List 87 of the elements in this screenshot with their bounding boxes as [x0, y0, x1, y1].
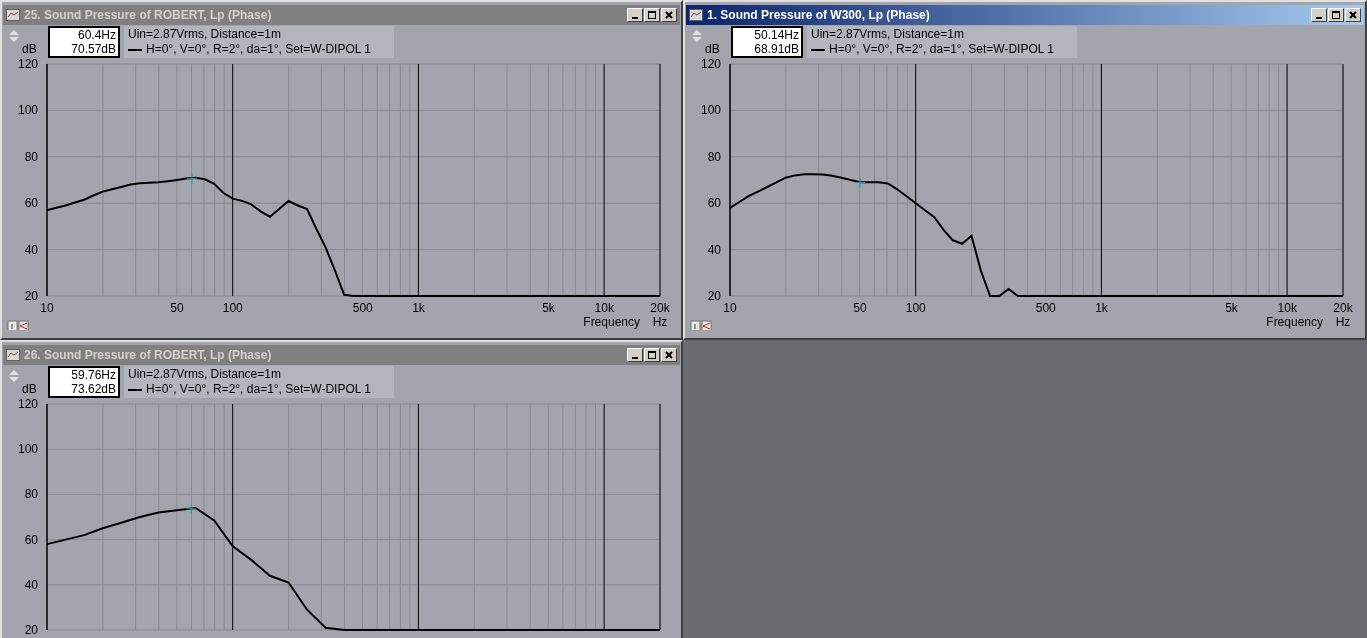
- y-unit-label: dB: [705, 43, 721, 55]
- y-tick-label: 60: [24, 532, 38, 547]
- y-tick-label: 100: [17, 103, 38, 118]
- y-tick-label: 20: [24, 289, 38, 303]
- maximize-icon: [647, 350, 657, 360]
- cursor-level: 73.62dB: [71, 382, 116, 396]
- measurement-conditions: Uin=2.87Vrms, Distance=1m: [128, 27, 282, 42]
- y-tick-label: 40: [707, 242, 721, 257]
- cursor-level: 70.57dB: [71, 42, 116, 56]
- x-tick-label: 20k: [650, 301, 670, 315]
- window-title: 1. Sound Pressure of W300, Lp (Phase): [707, 8, 931, 22]
- minimize-icon: [1316, 17, 1322, 19]
- x-tick-label: 100: [222, 301, 243, 315]
- title-bar[interactable]: 1. Sound Pressure of W300, Lp (Phase): [686, 5, 1364, 25]
- y-tick-label: 120: [17, 398, 38, 411]
- cursor-crosshair[interactable]: [185, 503, 197, 515]
- cursor-frequency: 60.4Hz: [77, 28, 116, 42]
- close-icon: [664, 10, 674, 20]
- maximize-button[interactable]: [1328, 8, 1344, 22]
- x-tick-label: 10: [40, 301, 54, 315]
- chart-icon: [689, 9, 703, 21]
- x-tick-label: 5k: [1225, 301, 1238, 315]
- y-tick-label: 40: [24, 242, 38, 257]
- x-tick-label: 100: [905, 301, 926, 315]
- close-icon: [664, 350, 674, 360]
- y-tick-label: 80: [24, 149, 38, 164]
- close-icon: [1348, 10, 1358, 20]
- y-unit-label: dB: [22, 43, 38, 55]
- y-tick-label: 80: [707, 149, 721, 164]
- maximize-button[interactable]: [644, 8, 660, 22]
- cursor-crosshair[interactable]: [854, 177, 866, 189]
- measurement-conditions: Uin=2.87Vrms, Distance=1m: [128, 367, 282, 382]
- y-tick-label: 100: [700, 103, 721, 118]
- maximize-icon: [647, 10, 657, 20]
- y-tick-label: 60: [24, 196, 38, 211]
- x-axis-label: Frequency: [583, 315, 640, 329]
- legend-series-label: H=0°, V=0°, R=2°, da=1°, Set=W-DIPOL 1: [146, 382, 371, 397]
- y-tick-label: 120: [700, 58, 721, 71]
- title-bar[interactable]: 25. Sound Pressure of ROBERT, Lp (Phase): [3, 5, 680, 25]
- cursor-frequency: 59.76Hz: [71, 368, 116, 382]
- view-mode-icon[interactable]: [7, 320, 18, 330]
- minimize-icon: [632, 357, 638, 359]
- window-title: 26. Sound Pressure of ROBERT, Lp (Phase): [24, 348, 273, 362]
- close-button[interactable]: [1345, 8, 1361, 22]
- y-unit-label: dB: [22, 383, 38, 395]
- curve-tool-icon[interactable]: [701, 320, 712, 330]
- x-tick-label: 50: [853, 301, 867, 315]
- minimize-button[interactable]: [627, 8, 643, 22]
- minimize-button[interactable]: [1311, 8, 1327, 22]
- cursor-crosshair[interactable]: [186, 173, 198, 185]
- x-tick-label: 1k: [412, 301, 425, 315]
- view-mode-icon[interactable]: [690, 320, 701, 330]
- x-tick-label: 500: [1035, 301, 1056, 315]
- x-tick-label: 20k: [1333, 301, 1353, 315]
- curve-tool-icon[interactable]: [18, 320, 29, 330]
- x-tick-label: 5k: [542, 301, 555, 315]
- window-title: 25. Sound Pressure of ROBERT, Lp (Phase): [24, 8, 273, 22]
- x-tick-label: 500: [352, 301, 373, 315]
- x-unit-label: Hz: [1335, 315, 1351, 329]
- x-unit-label: Hz: [652, 315, 668, 329]
- y-tick-label: 120: [17, 58, 38, 71]
- y-tick-label: 20: [707, 289, 721, 303]
- y-tick-label: 60: [707, 196, 721, 211]
- minimize-button[interactable]: [627, 348, 643, 362]
- maximize-icon: [1331, 10, 1341, 20]
- cursor-frequency: 50.14Hz: [754, 28, 799, 42]
- x-tick-label: 10k: [1277, 301, 1297, 315]
- cursor-level: 68.91dB: [754, 42, 799, 56]
- x-tick-label: 10k: [594, 301, 614, 315]
- x-tick-label: 50: [170, 301, 184, 315]
- x-tick-label: 1k: [1095, 301, 1108, 315]
- minimize-icon: [632, 17, 638, 19]
- x-axis-label: Frequency: [1266, 315, 1323, 329]
- legend-series-label: H=0°, V=0°, R=2°, da=1°, Set=W-DIPOL 1: [829, 42, 1054, 57]
- legend-series-label: H=0°, V=0°, R=2°, da=1°, Set=W-DIPOL 1: [146, 42, 371, 57]
- close-button[interactable]: [661, 348, 677, 362]
- maximize-button[interactable]: [644, 348, 660, 362]
- chart-icon: [6, 349, 20, 361]
- close-button[interactable]: [661, 8, 677, 22]
- y-tick-label: 40: [24, 577, 38, 592]
- y-tick-label: 20: [24, 623, 38, 634]
- measurement-conditions: Uin=2.87Vrms, Distance=1m: [811, 27, 965, 42]
- y-tick-label: 100: [17, 442, 38, 457]
- chart-icon: [6, 9, 20, 21]
- y-tick-label: 80: [24, 487, 38, 502]
- title-bar[interactable]: 26. Sound Pressure of ROBERT, Lp (Phase): [3, 345, 680, 365]
- x-tick-label: 10: [723, 301, 737, 315]
